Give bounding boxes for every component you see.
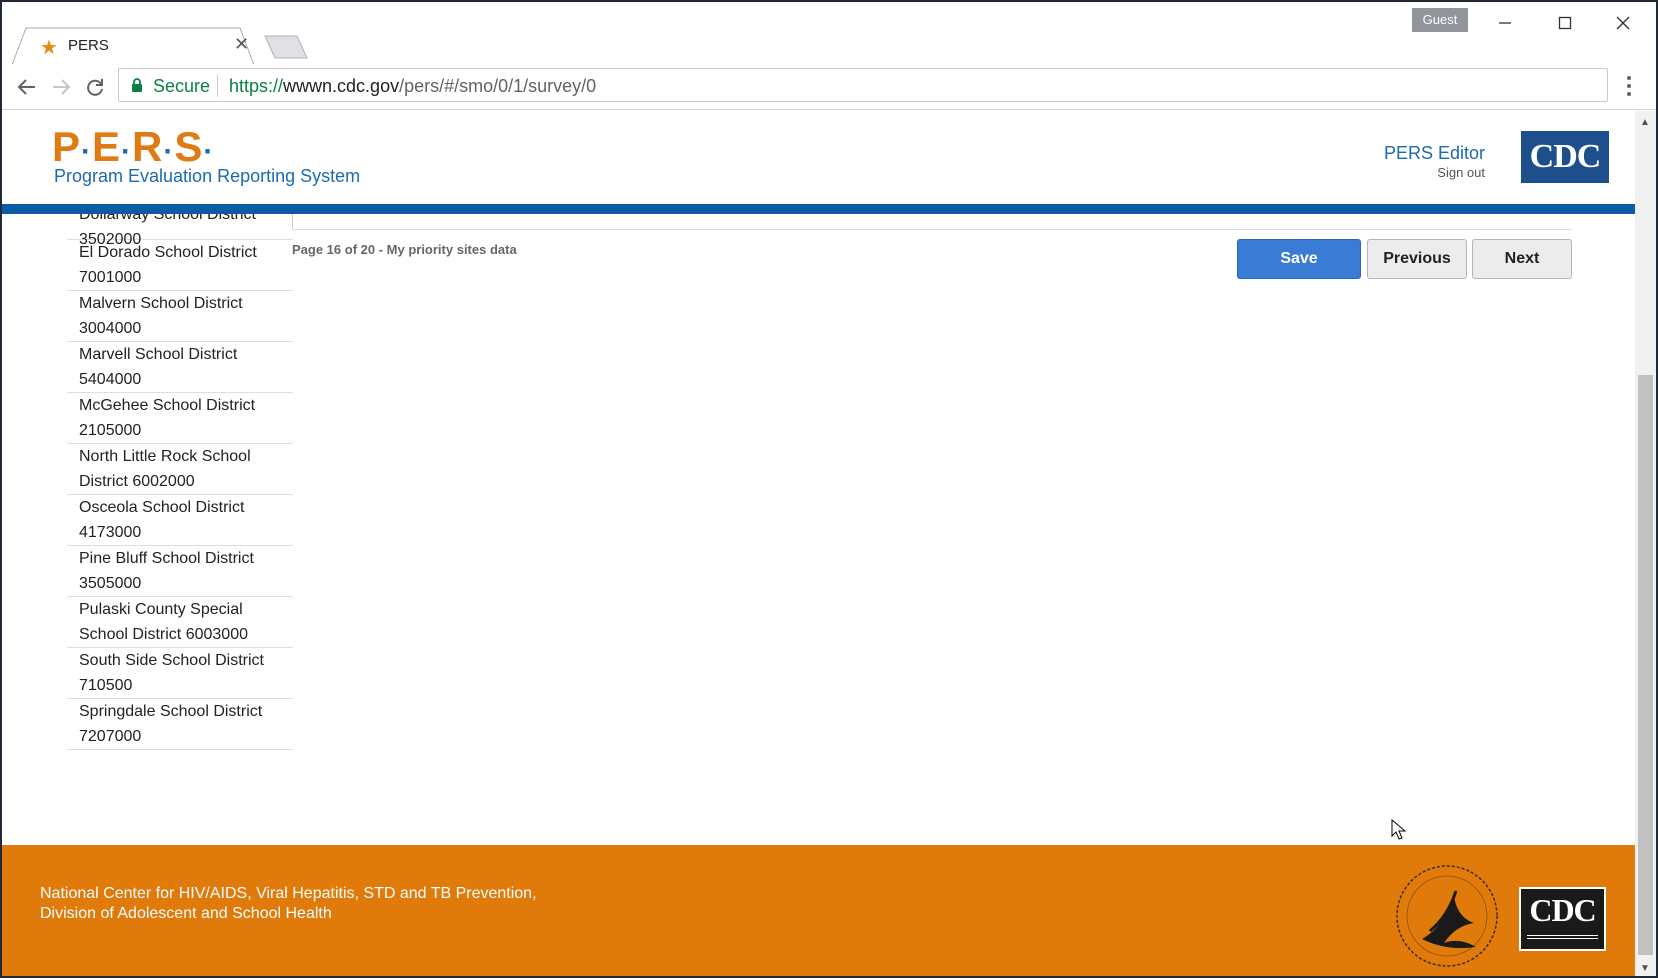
lock-icon (132, 78, 142, 92)
district-list-item[interactable]: Pulaski County Special School District 60… (67, 597, 293, 648)
survey-content-box (292, 214, 1572, 230)
tab-strip: ★ PERS ✕ Guest (2, 2, 1656, 65)
district-list-item[interactable]: McGehee School District 2105000 (67, 393, 293, 444)
cdc-logo[interactable]: CDC (1521, 131, 1609, 183)
district-list-item[interactable]: Springdale School District 7207000 (67, 699, 293, 750)
page-viewport: P·E·R·S· Program Evaluation Reporting Sy… (2, 111, 1635, 976)
logo-letter: S (174, 123, 204, 170)
district-code: 3505000 (79, 575, 142, 592)
district-code: School District 6003000 (79, 626, 248, 643)
browser-menu-icon[interactable] (1619, 72, 1639, 100)
url-path: /pers/#/smo/0/1/survey/0 (399, 76, 597, 96)
district-code: 5404000 (79, 371, 142, 388)
district-list-item[interactable]: Dollarway School District 3502000 (67, 214, 293, 248)
district-name: Marvell School District (79, 346, 238, 363)
district-list-item[interactable]: Osceola School District 4173000 (67, 495, 293, 546)
district-code: 4173000 (79, 524, 142, 541)
minimize-icon[interactable] (1482, 8, 1528, 38)
hhs-seal-icon[interactable] (1392, 861, 1502, 971)
district-code: 3004000 (79, 320, 142, 337)
district-name: Osceola School District (79, 499, 245, 516)
url-text[interactable]: https://wwwn.cdc.gov/pers/#/smo/0/1/surv… (229, 76, 596, 97)
district-list-item[interactable]: El Dorado School District 7001000 (67, 240, 293, 291)
address-divider (217, 75, 218, 97)
header-divider-bar (2, 204, 1635, 214)
url-protocol: https:// (229, 76, 284, 96)
district-list-item[interactable]: North Little Rock School District 6002000 (67, 444, 293, 495)
reload-icon[interactable] (82, 74, 108, 100)
logo-letter: E (92, 123, 122, 170)
district-name: Pulaski County Special (79, 601, 243, 618)
site-header: P·E·R·S· Program Evaluation Reporting Sy… (2, 111, 1635, 204)
district-list-item[interactable]: Pine Bluff School District 3505000 (67, 546, 293, 597)
address-bar[interactable]: Secure https://wwwn.cdc.gov/pers/#/smo/0… (118, 68, 1608, 102)
guest-profile-badge[interactable]: Guest (1412, 8, 1468, 32)
tab-close-icon[interactable]: ✕ (234, 34, 249, 55)
scrollbar-thumb[interactable] (1638, 375, 1653, 955)
browser-tab[interactable]: ★ PERS ✕ (12, 27, 268, 65)
district-name: Pine Bluff School District (79, 550, 254, 567)
district-list-item[interactable]: South Side School District 710500 (67, 648, 293, 699)
star-icon: ★ (40, 37, 58, 59)
mouse-cursor-icon (1391, 819, 1407, 840)
close-window-icon[interactable] (1600, 8, 1646, 38)
district-list-item[interactable]: Marvell School District 5404000 (67, 342, 293, 393)
forward-arrow-icon[interactable] (48, 74, 74, 100)
url-host: wwwn.cdc.gov (283, 76, 400, 96)
district-list: Dollarway School District 3502000 El Dorad… (67, 214, 293, 750)
main-content: Dollarway School District 3502000 El Dorad… (2, 214, 1635, 954)
site-footer: National Center for HIV/AIDS, Viral Hepa… (2, 845, 1635, 976)
district-code: 7207000 (79, 728, 142, 745)
scroll-up-arrow-icon[interactable]: ▲ (1640, 117, 1650, 128)
cdc-footer-logo-tagline (1523, 935, 1602, 939)
maximize-icon[interactable] (1542, 8, 1588, 38)
district-code: District 6002000 (79, 473, 195, 490)
save-button[interactable]: Save (1237, 239, 1361, 279)
user-name: PERS Editor (1383, 143, 1485, 163)
scroll-down-arrow-icon[interactable]: ▼ (1640, 963, 1650, 974)
district-name: North Little Rock School (79, 448, 251, 465)
district-name: Dollarway School District (79, 214, 256, 223)
district-code: 2105000 (79, 422, 142, 439)
new-tab-button[interactable] (264, 35, 310, 59)
browser-window: ★ PERS ✕ Guest Secure https://wwwn.cdc.g… (0, 0, 1658, 978)
browser-toolbar: Secure https://wwwn.cdc.gov/pers/#/smo/0… (2, 64, 1656, 110)
site-subtitle: Program Evaluation Reporting System (54, 166, 361, 186)
footer-division-name: Division of Adolescent and School Health (40, 905, 332, 922)
district-code: 7001000 (79, 269, 142, 286)
back-arrow-icon[interactable] (14, 74, 40, 100)
cdc-footer-logo[interactable]: CDC (1519, 887, 1606, 951)
previous-button[interactable]: Previous (1367, 239, 1467, 279)
sign-out-link[interactable]: Sign out (1437, 165, 1485, 180)
page-progress-text: Page 16 of 20 - My priority sites data (292, 242, 517, 257)
secure-label: Secure (153, 76, 211, 96)
next-button[interactable]: Next (1472, 239, 1572, 279)
logo-letter: R (132, 123, 164, 170)
district-name: South Side School District (79, 652, 264, 669)
footer-center-name: National Center for HIV/AIDS, Viral Hepa… (40, 885, 537, 902)
cdc-logo-text: CDC (1529, 138, 1602, 175)
page-scrollbar[interactable]: ▲ ▼ (1635, 111, 1656, 976)
pers-logo: P·E·R·S· (52, 123, 215, 170)
cdc-footer-logo-text: CDC (1529, 892, 1596, 928)
district-name: McGehee School District (79, 397, 256, 414)
district-name: Springdale School District (79, 703, 263, 720)
tab-title: PERS (68, 37, 109, 54)
logo-letter: P (52, 123, 82, 170)
district-name: El Dorado School District (79, 244, 257, 261)
district-list-item[interactable]: Malvern School District 3004000 (67, 291, 293, 342)
district-code: 710500 (79, 677, 133, 694)
district-name: Malvern School District (79, 295, 243, 312)
